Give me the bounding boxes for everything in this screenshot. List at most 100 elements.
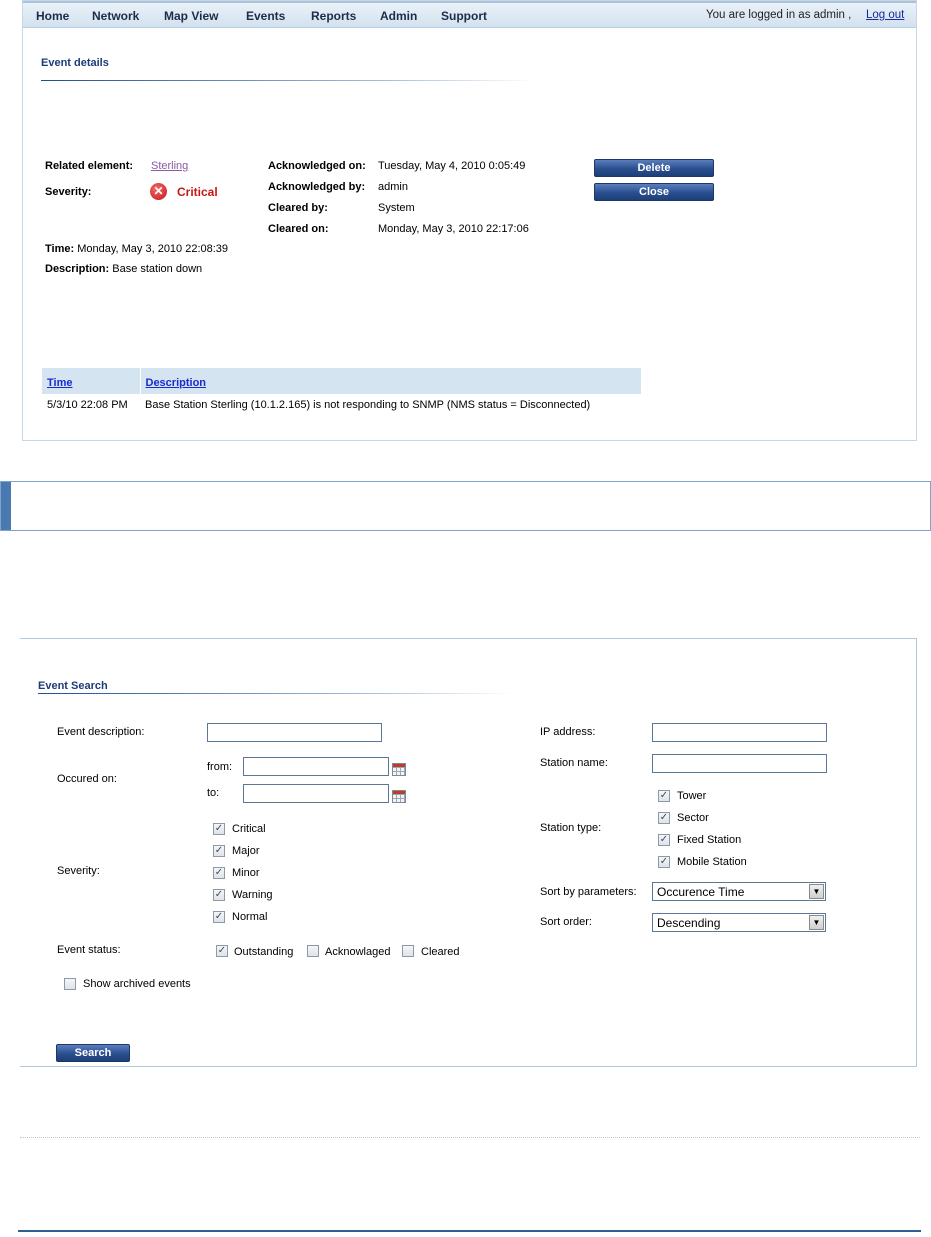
station-mobile-label: Mobile Station [677,856,747,868]
station-sector-label: Sector [677,812,709,824]
station-name-input[interactable] [652,754,827,773]
severity-label: Severity: [57,865,100,877]
dotted-divider [20,1137,920,1138]
severity-minor-label: Minor [232,867,260,879]
station-tower-checkbox[interactable]: ✓ [658,790,670,802]
related-element-label: Related element: [45,160,134,172]
description-label: Description: [45,263,110,275]
table-row[interactable]: 5/3/10 22:08 PM Base Station Sterling (1… [42,394,642,416]
table-header-row: Time Description [42,368,642,394]
time-column-header[interactable]: Time [42,368,141,394]
station-type-label: Station type: [540,822,602,834]
severity-label: Severity: [45,186,92,198]
nav-home[interactable]: Home [36,9,69,23]
severity-major-checkbox[interactable]: ✓ [213,845,225,857]
ip-address-label: IP address: [540,726,596,738]
from-label: from: [207,761,233,773]
station-fixed-label: Fixed Station [677,834,742,846]
delete-button[interactable]: Delete [594,159,714,177]
to-date-input[interactable] [243,784,389,803]
close-button[interactable]: Close [594,183,714,201]
section-banner [0,481,931,531]
bottom-rule [18,1230,921,1232]
severity-normal-label: Normal [232,911,268,923]
time-value: Monday, May 3, 2010 22:08:39 [77,243,229,255]
status-acknowlaged-checkbox[interactable] [307,945,319,957]
nav-reports[interactable]: Reports [311,9,356,23]
calendar-icon[interactable] [392,763,406,776]
event-status-label: Event status: [57,944,121,956]
time-label: Time: [45,243,75,255]
related-element-link[interactable]: Sterling [151,160,188,172]
calendar-icon[interactable] [392,790,406,803]
show-archived-label: Show archived events [83,978,191,990]
severity-major-label: Major [232,845,260,857]
sort-order-value: Descending [657,916,721,930]
nav-admin[interactable]: Admin [380,9,417,23]
severity-warning-label: Warning [232,889,273,901]
event-search-window: Event Search Event description: Occured … [20,638,917,1067]
ack-on-value: Tuesday, May 4, 2010 0:05:49 [378,160,526,172]
search-button[interactable]: Search [56,1044,130,1062]
occured-on-label: Occured on: [57,773,117,785]
severity-value: Critical [177,185,218,199]
sort-by-select[interactable]: Occurence Time ▼ [652,882,826,901]
show-archived-checkbox[interactable] [64,978,76,990]
description-column-header[interactable]: Description [140,368,642,394]
sort-order-label: Sort order: [540,916,592,928]
ip-address-input[interactable] [652,723,827,742]
status-cleared-checkbox[interactable] [402,945,414,957]
sort-order-select[interactable]: Descending ▼ [652,913,826,932]
event-description-label: Event description: [57,726,145,738]
station-fixed-checkbox[interactable]: ✓ [658,834,670,846]
event-search-title: Event Search [38,680,108,692]
chevron-down-icon[interactable]: ▼ [809,915,824,930]
station-name-label: Station name: [540,757,608,769]
station-mobile-checkbox[interactable]: ✓ [658,856,670,868]
ack-by-value: admin [378,181,408,193]
nav-map-view[interactable]: Map View [164,9,218,23]
severity-minor-checkbox[interactable]: ✓ [213,867,225,879]
severity-normal-checkbox[interactable]: ✓ [213,911,225,923]
event-details-title: Event details [41,57,109,69]
sort-by-label: Sort by parameters: [540,886,637,898]
cleared-by-label: Cleared by: [268,202,328,214]
station-sector-checkbox[interactable]: ✓ [658,812,670,824]
cleared-by-value: System [378,202,415,214]
cleared-on-label: Cleared on: [268,223,329,235]
time-row: Time: Monday, May 3, 2010 22:08:39 [45,243,228,255]
to-label: to: [207,787,220,799]
critical-x-icon: ✕ [150,183,167,200]
description-row: Description: Base station down [45,263,202,275]
severity-critical-checkbox[interactable]: ✓ [213,823,225,835]
ack-on-label: Acknowledged on: [268,160,366,172]
banner-accent-bar [1,482,11,530]
status-acknowlaged-label: Acknowlaged [325,946,391,958]
station-tower-label: Tower [677,790,707,802]
status-cleared-label: Cleared [421,946,460,958]
row-description-cell: Base Station Sterling (10.1.2.165) is no… [145,399,591,411]
time-sort-link[interactable]: Time [47,377,72,389]
sort-by-value: Occurence Time [657,885,745,899]
severity-critical-label: Critical [232,823,266,835]
severity-warning-checkbox[interactable]: ✓ [213,889,225,901]
from-date-input[interactable] [243,757,389,776]
logout-link[interactable]: Log out [866,9,904,21]
status-outstanding-label: Outstanding [234,946,294,958]
description-sort-link[interactable]: Description [146,377,207,389]
event-history-table: Time Description 5/3/10 22:08 PM Base St… [42,368,642,416]
chevron-down-icon[interactable]: ▼ [809,884,824,899]
event-details-window: Home Network Map View Events Reports Adm… [22,0,917,441]
login-status-text: You are logged in as admin , [706,9,852,21]
status-outstanding-checkbox[interactable]: ✓ [216,945,228,957]
nav-events[interactable]: Events [246,9,285,23]
cleared-on-value: Monday, May 3, 2010 22:17:06 [378,223,529,235]
row-time-cell: 5/3/10 22:08 PM [47,399,128,411]
description-value: Base station down [112,263,203,275]
event-description-input[interactable] [207,723,382,742]
title-underline [38,693,515,694]
ack-by-label: Acknowledged by: [268,181,366,193]
title-underline [41,80,536,81]
nav-network[interactable]: Network [92,9,139,23]
nav-support[interactable]: Support [441,9,487,23]
